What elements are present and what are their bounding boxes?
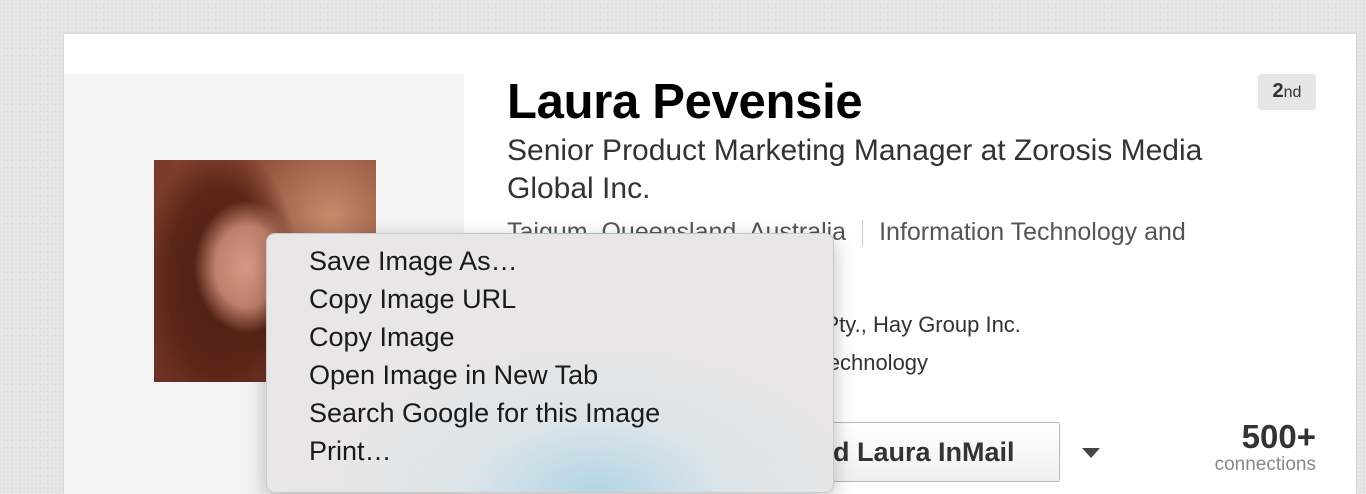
- connections-label: connections: [1214, 454, 1316, 475]
- connection-degree-badge: 2nd: [1258, 74, 1316, 110]
- menu-item-save-image[interactable]: Save Image As…: [267, 242, 833, 280]
- menu-item-open-new-tab[interactable]: Open Image in New Tab: [267, 356, 833, 394]
- degree-suffix: nd: [1283, 84, 1302, 101]
- degree-number: 2: [1272, 80, 1284, 102]
- image-context-menu: Save Image As… Copy Image URL Copy Image…: [266, 233, 834, 493]
- menu-item-search-google[interactable]: Search Google for this Image: [267, 394, 833, 432]
- menu-item-copy-image-url[interactable]: Copy Image URL: [267, 280, 833, 318]
- profile-name: Laura Pevensie: [507, 75, 863, 129]
- meta-divider: [862, 220, 864, 247]
- connections-count: 500+: [1241, 418, 1316, 455]
- caret-down-icon[interactable]: [1082, 448, 1100, 458]
- industry-link[interactable]: Information Technology and: [879, 218, 1186, 246]
- menu-item-copy-image[interactable]: Copy Image: [267, 318, 833, 356]
- profile-headline: Senior Product Marketing Manager at Zoro…: [507, 134, 1203, 205]
- menu-item-print[interactable]: Print…: [267, 432, 833, 470]
